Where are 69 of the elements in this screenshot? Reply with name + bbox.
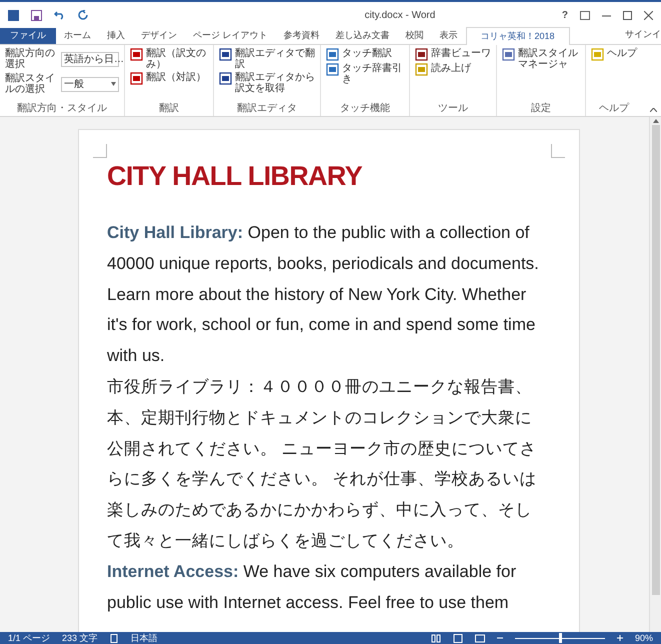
sign-in-link[interactable]: サインイ: [625, 28, 661, 41]
print-layout-icon[interactable]: [452, 634, 463, 642]
word-count[interactable]: 233 文字: [62, 632, 98, 644]
tool-icon: [130, 48, 143, 61]
zoom-in-icon[interactable]: [616, 635, 623, 641]
tool-icon: [130, 72, 143, 85]
ribbon-button[interactable]: 翻訳スタイルマネージャ: [502, 48, 580, 70]
group-label: ツール: [437, 103, 469, 114]
close-icon[interactable]: [644, 10, 653, 20]
help-icon: [591, 48, 604, 61]
paragraph: City Hall Library: Open to the public with a collection of 40000 unique reports, books, periodicals and documents. Learn more about the history of New York City. Whether it's for work, school or fun, come in and spend some time with us.: [107, 222, 540, 368]
scroll-up-icon[interactable]: [652, 119, 658, 123]
ribbon-display-icon[interactable]: [580, 10, 590, 20]
tool-icon: [219, 48, 232, 61]
group-label: 設定: [530, 103, 552, 114]
caret-icon: [111, 82, 116, 86]
ribbon-button[interactable]: 辞書ビューワ: [415, 48, 491, 61]
tool-icon: [415, 48, 428, 61]
ribbon-button[interactable]: 読み上げ: [415, 63, 491, 76]
ribbon-tab[interactable]: ホーム: [56, 28, 99, 44]
scrollbar[interactable]: [649, 117, 661, 632]
tool-icon: [502, 48, 515, 61]
ribbon-button[interactable]: ヘルプ: [591, 48, 637, 61]
document-title: CITY HALL LIBRARY: [107, 160, 364, 193]
dropdown[interactable]: 一般: [61, 76, 119, 92]
ribbon-tab[interactable]: 挿入: [99, 28, 133, 44]
language[interactable]: 日本語: [130, 632, 158, 644]
app-icon: [8, 10, 19, 20]
ribbon-tab[interactable]: 差し込み文書: [328, 28, 398, 44]
page-count[interactable]: 1/1 ページ: [8, 632, 50, 644]
tool-icon: [415, 63, 428, 76]
web-layout-icon[interactable]: [474, 634, 485, 642]
ribbon-button[interactable]: 翻訳（対訳）: [130, 72, 208, 85]
window-title: city.docx - Word: [364, 8, 436, 22]
ribbon-tab[interactable]: 表示: [432, 28, 466, 44]
ribbon-button[interactable]: タッチ辞書引き: [326, 63, 404, 85]
maximize-icon[interactable]: [623, 10, 632, 20]
proofing-icon[interactable]: [110, 634, 119, 642]
tool-icon: [326, 48, 339, 61]
field-label: 翻訳スタイルの選択: [5, 73, 56, 95]
paragraph: 市役所ライブラリ：４００００冊のユニークな報告書、本、定期刊行物とドキュメントのコレクションで大衆に公開されてください。 ニューヨーク市の歴史についてさらに多くを学んでください。 それが仕事、学校あるいは楽しみのためであるかにかかわらず、中に入って、そして我々と一緒にしばらくを過ごしてください。: [107, 376, 538, 552]
ribbon-tab[interactable]: 校閲: [398, 28, 432, 44]
ribbon-button[interactable]: 翻訳エディタから訳文を取得: [219, 72, 315, 94]
zoom-slider-thumb[interactable]: [558, 632, 562, 642]
paragraph: Internet Access: We have six computers available for public use with Internet access. Feel free to use them: [107, 560, 518, 614]
save-icon[interactable]: [31, 10, 42, 20]
ribbon-button[interactable]: タッチ翻訳: [326, 48, 404, 61]
tool-icon: [326, 63, 339, 76]
tool-icon: [219, 72, 232, 85]
ribbon-tab[interactable]: コリャ英和！2018: [466, 27, 570, 45]
undo-icon[interactable]: [54, 10, 66, 20]
ribbon-tab[interactable]: ページ レイアウト: [185, 28, 276, 44]
zoom-level[interactable]: 90%: [634, 632, 653, 644]
group-label: 翻訳: [158, 103, 180, 114]
collapse-ribbon-icon[interactable]: [650, 108, 657, 112]
group-label: ヘルプ: [598, 103, 630, 114]
group-label: 翻訳方向・スタイル: [16, 103, 108, 114]
file-tab[interactable]: ファイル: [0, 28, 56, 44]
zoom-out-icon[interactable]: [496, 635, 503, 641]
ribbon-button[interactable]: 翻訳（訳文のみ）: [130, 48, 208, 70]
redo-icon[interactable]: [78, 10, 88, 20]
group-label: 翻訳エディタ: [236, 103, 298, 114]
field-label: 翻訳方向の選択: [5, 48, 56, 70]
ribbon-tab[interactable]: デザイン: [133, 28, 185, 44]
ribbon-tab[interactable]: 参考資料: [276, 28, 328, 44]
read-mode-icon[interactable]: [430, 634, 441, 642]
help-button[interactable]: ?: [562, 8, 568, 22]
group-label: タッチ機能: [339, 103, 391, 114]
ribbon-button[interactable]: 翻訳エディタで翻訳: [219, 48, 315, 70]
